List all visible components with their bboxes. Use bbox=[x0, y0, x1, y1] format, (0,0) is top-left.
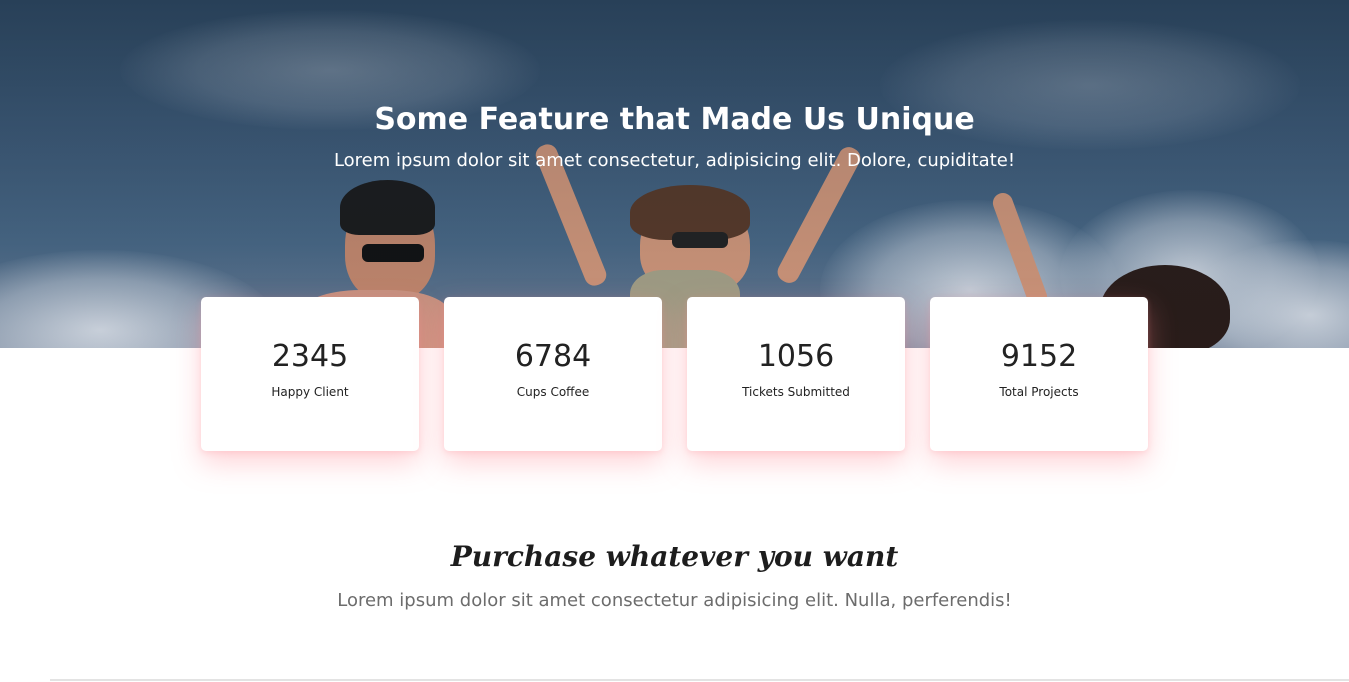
hero-section: Some Feature that Made Us Unique Lorem i… bbox=[0, 0, 1349, 348]
stat-label: Happy Client bbox=[271, 385, 349, 399]
hero-subtitle: Lorem ipsum dolor sit amet consectetur, … bbox=[333, 150, 1016, 171]
hero-title: Some Feature that Made Us Unique bbox=[374, 102, 975, 137]
purchase-subtitle: Lorem ipsum dolor sit amet consectetur a… bbox=[337, 590, 1012, 611]
stat-label: Tickets Submitted bbox=[742, 385, 850, 399]
stat-card-happy-client: 2345 Happy Client bbox=[201, 297, 419, 451]
stat-label: Cups Coffee bbox=[516, 385, 590, 399]
stat-card-cups-coffee: 6784 Cups Coffee bbox=[444, 297, 662, 451]
stat-number: 1056 bbox=[757, 339, 835, 374]
stat-label: Total Projects bbox=[999, 385, 1079, 399]
hero-overlay bbox=[0, 0, 1349, 348]
stat-card-tickets-submitted: 1056 Tickets Submitted bbox=[687, 297, 905, 451]
stat-number: 9152 bbox=[1000, 339, 1078, 374]
section-divider bbox=[50, 679, 1349, 681]
stat-number: 6784 bbox=[514, 339, 592, 374]
stat-card-total-projects: 9152 Total Projects bbox=[930, 297, 1148, 451]
stats-row: 2345 Happy Client 6784 Cups Coffee 1056 … bbox=[201, 297, 1148, 451]
stat-number: 2345 bbox=[271, 339, 349, 374]
purchase-title: Purchase whatever you want bbox=[450, 540, 899, 573]
